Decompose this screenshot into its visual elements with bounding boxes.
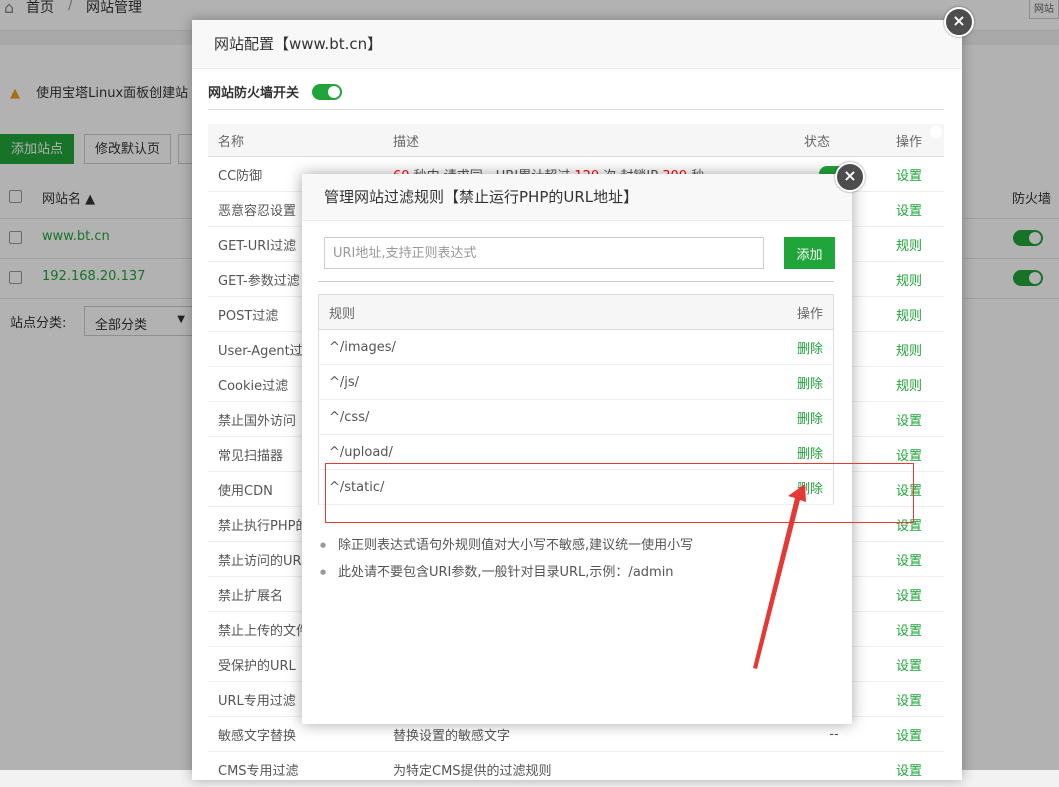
annotation-arrow-icon: [753, 484, 806, 669]
